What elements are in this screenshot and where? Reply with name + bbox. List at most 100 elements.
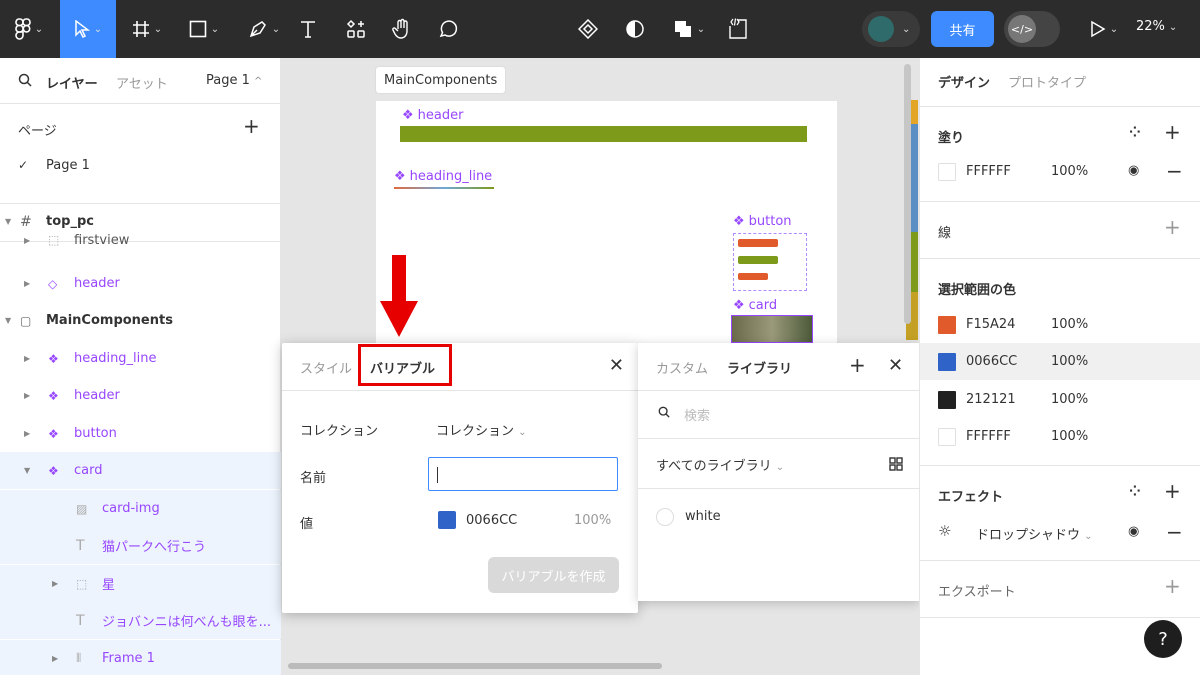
layer-text-body[interactable]: T ジョバンニは何べんも眼を... [0, 602, 281, 639]
shape-tool-button[interactable]: ⌄ [176, 0, 232, 58]
remove-fill-icon[interactable]: − [1166, 159, 1183, 183]
fill-swatch[interactable] [938, 163, 956, 181]
layer-card[interactable]: ▼ ❖ card [0, 452, 281, 489]
tab-style[interactable]: スタイル [300, 358, 352, 377]
effect-type-dropdown[interactable]: ドロップシャドウ ⌄ [976, 524, 1093, 543]
variable-name-input[interactable] [428, 457, 618, 491]
layer-button[interactable]: ▶ ❖ button [0, 415, 281, 452]
value-hex[interactable]: 0066CC [466, 513, 517, 528]
dev-mode-toggle[interactable]: </> [1004, 11, 1060, 47]
styles-grid-icon[interactable]: ⁘ [1129, 484, 1141, 500]
color-opacity[interactable]: 100% [1051, 354, 1088, 369]
tab-prototype[interactable]: プロトタイプ [1008, 72, 1086, 91]
help-button[interactable]: ? [1144, 620, 1182, 658]
layer-firstview[interactable]: ▶ ⬚ firstview [0, 228, 281, 252]
expand-arrow-icon[interactable]: ▶ [24, 279, 30, 288]
add-effect-icon[interactable]: + [1164, 479, 1181, 503]
sun-icon[interactable]: ☼ [938, 522, 951, 540]
add-page-icon[interactable]: + [243, 114, 260, 138]
component-action-button[interactable] [572, 0, 604, 58]
fill-hex[interactable]: FFFFFF [966, 164, 1011, 179]
button-variants-preview[interactable] [733, 233, 807, 291]
eye-icon[interactable]: ◉ [1128, 524, 1139, 539]
tab-library[interactable]: ライブラリ [727, 358, 792, 377]
tab-assets[interactable]: アセット [116, 73, 168, 92]
layer-card-img[interactable]: ▨ card-img [0, 490, 281, 527]
layer-heading-line[interactable]: ▶ ❖ heading_line [0, 340, 281, 377]
text-tool-button[interactable] [292, 0, 324, 58]
library-item-white[interactable]: white [685, 509, 721, 524]
layer-main-components[interactable]: ▼ ▢ MainComponents [0, 302, 281, 339]
page-selector[interactable]: Page 1 ^ [206, 73, 262, 88]
frame-tool-button[interactable]: ⌄ [122, 0, 172, 58]
selection-color-row[interactable]: FFFFFF 100% [920, 418, 1200, 455]
layer-header-instance[interactable]: ▶ ◇ header [0, 265, 281, 302]
vertical-scrollbar[interactable] [904, 64, 911, 324]
selection-color-row[interactable]: 212121 100% [920, 381, 1200, 418]
add-stroke-icon[interactable]: + [1164, 215, 1181, 239]
dev-handoff-button[interactable] [722, 0, 754, 58]
expand-arrow-icon[interactable]: ▼ [5, 217, 11, 226]
expand-arrow-icon[interactable]: ▼ [24, 466, 30, 475]
header-component-preview[interactable] [400, 126, 807, 142]
color-hex[interactable]: 0066CC [966, 354, 1017, 369]
library-search-input[interactable]: 検索 [684, 405, 710, 424]
comment-tool-button[interactable] [430, 0, 466, 58]
color-swatch[interactable] [438, 511, 456, 529]
user-avatar-menu[interactable]: ⌄ [862, 11, 920, 47]
color-swatch[interactable] [938, 427, 956, 446]
share-button[interactable]: 共有 [931, 11, 994, 47]
tab-custom[interactable]: カスタム [656, 358, 708, 377]
zoom-menu[interactable]: 22% ⌄ [1136, 19, 1177, 34]
expand-arrow-icon[interactable]: ▶ [24, 429, 30, 438]
grid-view-icon[interactable] [889, 457, 903, 471]
color-opacity[interactable]: 100% [1051, 429, 1088, 444]
expand-arrow-icon[interactable]: ▶ [52, 579, 58, 588]
expand-arrow-icon[interactable]: ▶ [52, 654, 58, 663]
selection-color-row[interactable]: 0066CC 100% [920, 343, 1200, 380]
color-hex[interactable]: F15A24 [966, 317, 1015, 332]
add-icon[interactable]: + [849, 353, 866, 377]
eye-icon[interactable]: ◉ [1128, 163, 1139, 178]
horizontal-scrollbar[interactable] [288, 663, 662, 669]
layer-text-title[interactable]: T 猫パークへ行こう [0, 527, 281, 564]
add-fill-icon[interactable]: + [1164, 120, 1181, 144]
create-variable-button[interactable]: バリアブルを作成 [488, 557, 619, 593]
color-opacity[interactable]: 100% [1051, 392, 1088, 407]
boolean-ops-button[interactable]: ⌄ [664, 0, 714, 58]
canvas-heading-line-label[interactable]: ❖ heading_line [394, 169, 492, 184]
mask-button[interactable] [620, 0, 650, 58]
close-icon[interactable]: ✕ [609, 355, 624, 376]
expand-arrow-icon[interactable]: ▶ [24, 391, 30, 400]
present-button[interactable]: ⌄ [1084, 0, 1124, 58]
expand-arrow-icon[interactable]: ▼ [5, 316, 11, 325]
library-filter-dropdown[interactable]: すべてのライブラリ ⌄ [656, 455, 784, 474]
collection-dropdown[interactable]: コレクション ⌄ [436, 420, 527, 439]
layer-frame-1[interactable]: ▶ ⦀ Frame 1 [0, 640, 281, 675]
canvas-header-label[interactable]: ❖ header [402, 108, 463, 123]
pen-tool-button[interactable]: ⌄ [236, 0, 292, 58]
layer-star[interactable]: ▶ ⬚ 星 [0, 565, 281, 602]
canvas-card-label[interactable]: ❖ card [733, 298, 777, 313]
tab-layers[interactable]: レイヤー [46, 73, 98, 92]
value-opacity[interactable]: 100% [574, 513, 611, 528]
expand-arrow-icon[interactable]: ▶ [24, 354, 30, 363]
heading-line-preview[interactable] [394, 187, 494, 189]
fill-opacity[interactable]: 100% [1051, 164, 1088, 179]
styles-grid-icon[interactable]: ⁘ [1129, 125, 1141, 141]
remove-effect-icon[interactable]: − [1166, 520, 1183, 544]
expand-arrow-icon[interactable]: ▶ [24, 236, 30, 245]
color-hex[interactable]: FFFFFF [966, 429, 1011, 444]
tab-design[interactable]: デザイン [938, 72, 990, 91]
color-swatch[interactable] [938, 390, 956, 409]
color-hex[interactable]: 212121 [966, 392, 1016, 407]
color-swatch[interactable] [938, 315, 956, 334]
close-icon[interactable]: ✕ [888, 355, 903, 376]
hand-tool-button[interactable] [384, 0, 420, 58]
search-icon[interactable] [18, 73, 32, 87]
layer-header-component[interactable]: ▶ ❖ header [0, 377, 281, 414]
color-opacity[interactable]: 100% [1051, 317, 1088, 332]
frame-label[interactable]: MainComponents [375, 66, 507, 94]
selection-color-row[interactable]: F15A24 100% [920, 306, 1200, 343]
main-menu-button[interactable]: ⌄ [0, 0, 58, 58]
